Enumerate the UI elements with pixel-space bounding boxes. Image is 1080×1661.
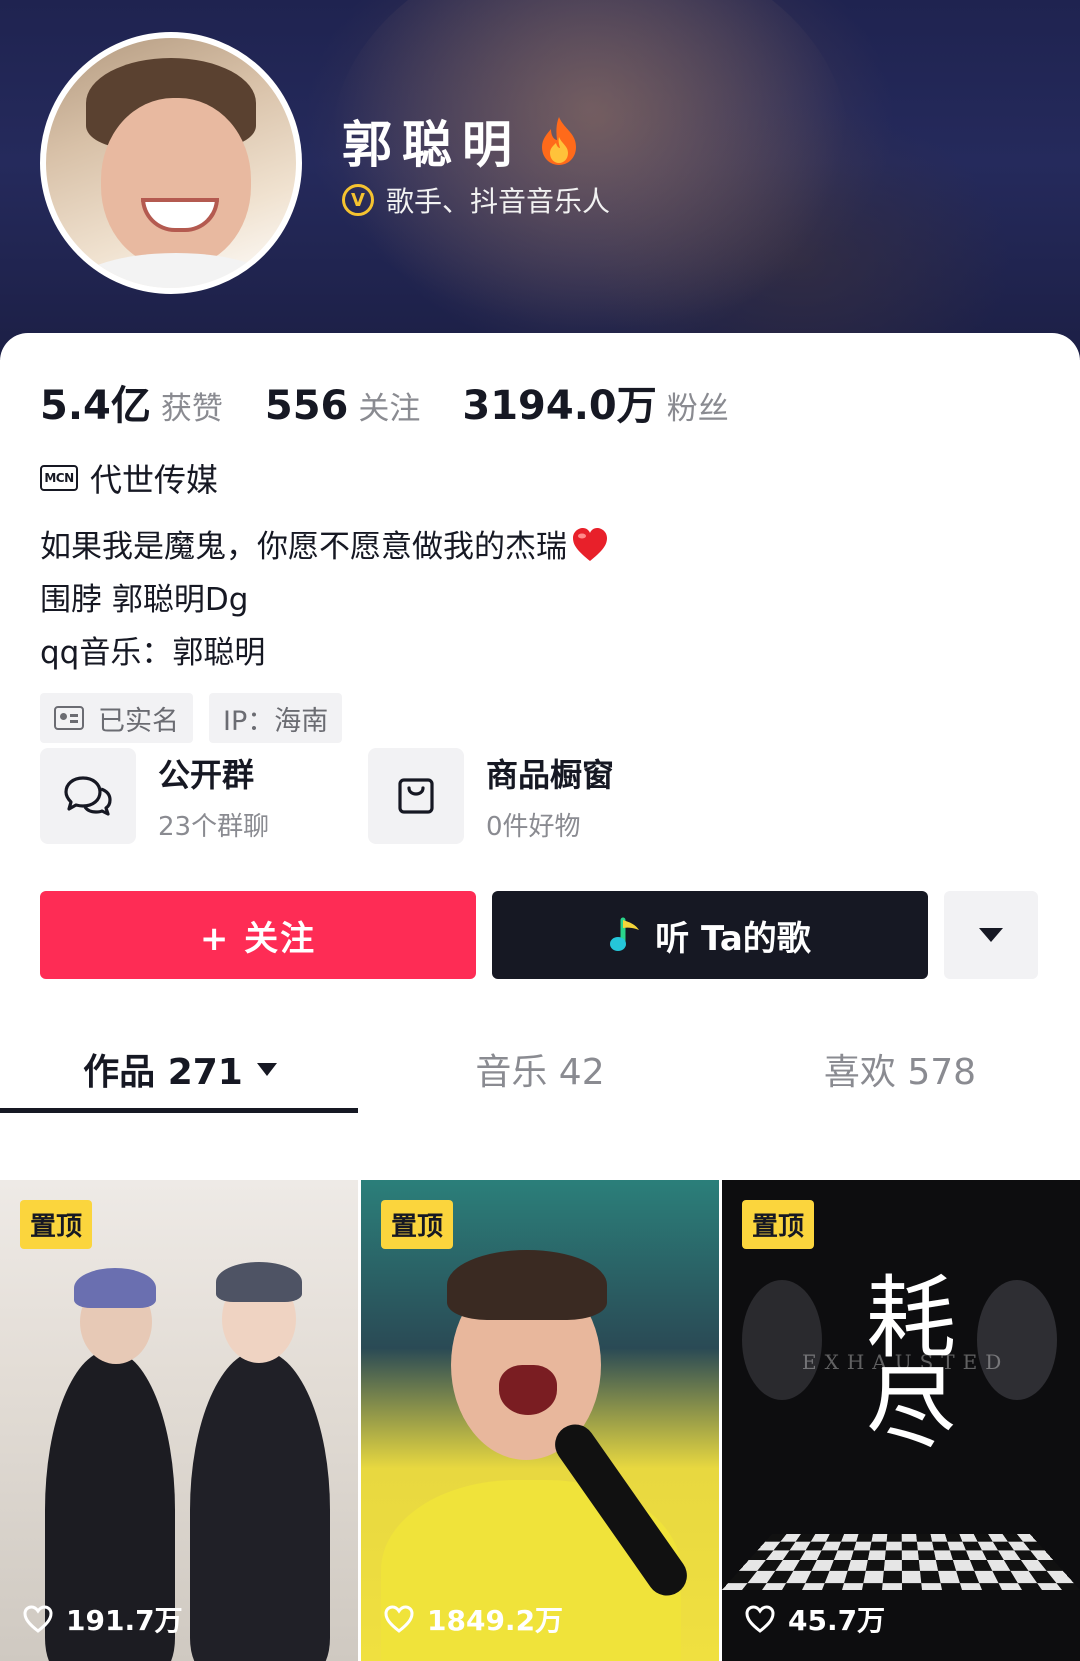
entry-subtitle: 0件好物 <box>486 811 581 842</box>
listen-songs-label: 听 Ta的歌 <box>655 918 811 959</box>
chessboard-floor <box>722 1533 1080 1590</box>
caret-down-icon <box>256 1062 277 1076</box>
stats-row: 5.4亿 获赞 556 关注 3194.0万 粉丝 <box>40 373 771 431</box>
verified-badge-icon: V <box>342 184 374 216</box>
bio-line: 如果我是魔鬼，你愿不愿意做我的杰瑞 <box>40 521 609 574</box>
tab-works[interactable]: 作品 271 <box>0 1025 360 1113</box>
tag-ip-location: IP：海南 <box>209 693 343 743</box>
stat-value: 556 <box>264 383 349 429</box>
verification-row: V 歌手、抖音音乐人 <box>342 180 610 220</box>
shopping-bag-icon <box>368 748 464 844</box>
feature-entries: 公开群 23个群聊 商品橱窗 0件好物 <box>40 748 696 844</box>
avatar[interactable] <box>40 32 302 294</box>
pinned-badge: 置顶 <box>742 1200 815 1249</box>
id-card-icon <box>54 706 84 730</box>
stat-value: 5.4亿 <box>40 383 151 429</box>
stat-likes[interactable]: 5.4亿 获赞 <box>40 373 223 431</box>
content-tabs: 作品 271 音乐 42 喜欢 578 <box>0 1025 1080 1113</box>
tab-music[interactable]: 音乐 42 <box>360 1025 720 1113</box>
entry-title: 公开群 <box>158 755 255 794</box>
stat-label: 粉丝 <box>666 391 729 427</box>
tab-likes[interactable]: 喜欢 578 <box>720 1025 1080 1113</box>
entry-product-showcase[interactable]: 商品橱窗 0件好物 <box>368 748 696 844</box>
stat-followers[interactable]: 3194.0万 粉丝 <box>462 373 728 431</box>
heart-outline-icon <box>384 1605 414 1633</box>
video-grid: 置顶 191.7万 置顶 1849.2万 耗尽 EXHAUSTED 置顶 45.… <box>0 1180 1080 1661</box>
entry-title: 商品橱窗 <box>486 755 615 794</box>
caret-down-icon <box>979 928 1003 942</box>
mcn-name: 代世传媒 <box>90 461 219 499</box>
nickname: 郭聪明 <box>342 116 522 174</box>
nickname-row: 郭聪明 <box>342 105 582 177</box>
bio-line: 围脖 郭聪明Dg <box>40 582 249 618</box>
heart-outline-icon <box>23 1605 53 1633</box>
video-tile[interactable]: 置顶 191.7万 <box>0 1180 358 1661</box>
pinned-badge: 置顶 <box>20 1200 93 1249</box>
more-dropdown-button[interactable] <box>944 891 1038 979</box>
stat-following[interactable]: 556 关注 <box>265 383 421 429</box>
flame-icon <box>536 115 582 167</box>
video-title-english: EXHAUSTED <box>802 1350 1010 1374</box>
tag-verified-realname: 已实名 <box>40 693 193 743</box>
mcn-icon: MCN <box>40 465 78 491</box>
pinned-badge: 置顶 <box>381 1200 454 1249</box>
bio: 如果我是魔鬼，你愿不愿意做我的杰瑞 围脖 郭聪明Dg qq音乐：郭聪明 <box>40 521 609 680</box>
stat-label: 获赞 <box>160 391 223 427</box>
verification-text: 歌手、抖音音乐人 <box>386 185 611 218</box>
stat-label: 关注 <box>358 391 421 427</box>
heart-outline-icon <box>745 1605 775 1633</box>
bio-line: qq音乐：郭聪明 <box>40 635 266 671</box>
video-likes: 45.7万 <box>744 1599 885 1639</box>
profile-tags: 已实名 IP：海南 <box>40 693 358 743</box>
entry-public-group[interactable]: 公开群 23个群聊 <box>40 748 368 844</box>
entry-subtitle: 23个群聊 <box>158 811 270 842</box>
action-buttons: + 关注 听 Ta的歌 <box>40 891 1038 979</box>
video-tile[interactable]: 耗尽 EXHAUSTED 置顶 45.7万 <box>722 1180 1080 1661</box>
video-tile[interactable]: 置顶 1849.2万 <box>361 1180 719 1661</box>
music-note-icon <box>609 916 643 954</box>
listen-songs-button[interactable]: 听 Ta的歌 <box>492 891 928 979</box>
video-likes: 1849.2万 <box>383 1599 563 1639</box>
video-likes: 191.7万 <box>22 1599 183 1639</box>
mcn-row[interactable]: MCN 代世传媒 <box>40 455 218 501</box>
chat-bubbles-icon <box>40 748 136 844</box>
follow-button[interactable]: + 关注 <box>40 891 476 979</box>
red-heart-icon <box>571 527 609 563</box>
stat-value: 3194.0万 <box>462 383 657 429</box>
